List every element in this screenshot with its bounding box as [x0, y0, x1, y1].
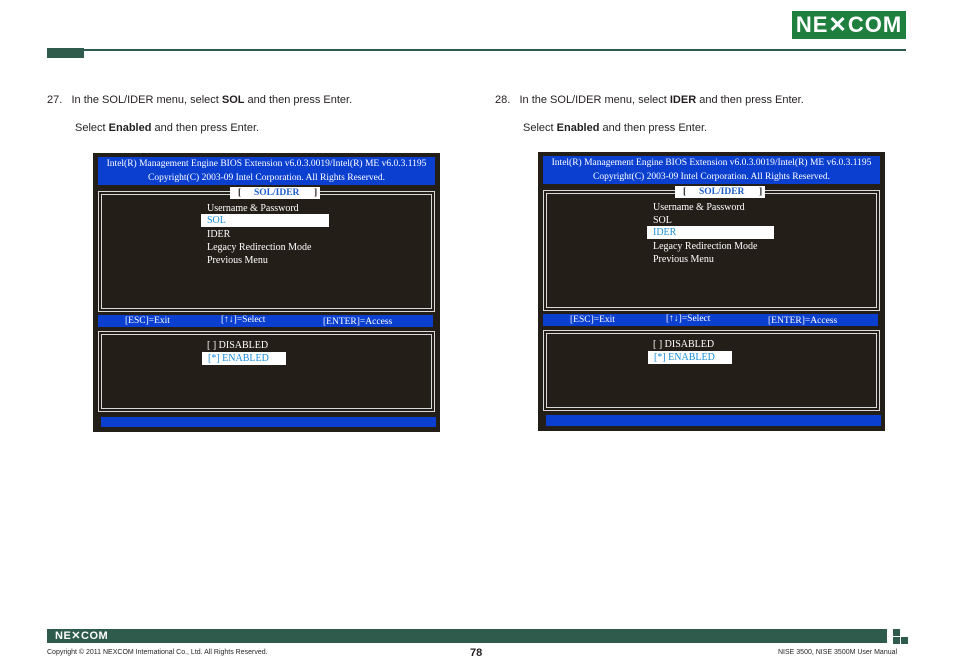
menu-item-ider[interactable]: IDER [647, 226, 774, 239]
step-bold: Enabled [108, 122, 152, 134]
option-disabled[interactable]: [ ] DISABLED [207, 339, 268, 352]
menu-item-previous-menu[interactable]: Previous Menu [653, 253, 714, 266]
bios-bottom-bar [546, 415, 881, 426]
bios-key-bar: [ESC]=Exit [↑↓]=Select [ENTER]=Access [543, 314, 878, 326]
step-text: and then press Enter. [151, 122, 260, 134]
header-accent-tab [47, 48, 84, 58]
footer-bar: NE✕COM [47, 629, 887, 643]
option-disabled[interactable]: [ ] DISABLED [653, 338, 714, 351]
bios-key-bar: [ESC]=Exit [↑↓]=Select [ENTER]=Access [98, 315, 433, 327]
footer-square-icon [893, 637, 900, 644]
footer-copyright: Copyright © 2011 NEXCOM International Co… [47, 649, 268, 656]
step-text: and then press Enter. [244, 94, 353, 106]
option-enabled[interactable]: [*] ENABLED [202, 352, 286, 365]
bios-title-line1: Intel(R) Management Engine BIOS Extensio… [106, 159, 427, 169]
step-text: Select [523, 122, 557, 134]
key-select: [↑↓]=Select [221, 315, 266, 325]
step-text: and then press Enter. [696, 94, 804, 106]
step-text: In the SOL/IDER menu, select [519, 94, 670, 106]
step-27-line1: 27. In the SOL/IDER menu, select SOL and… [47, 93, 352, 107]
key-select: [↑↓]=Select [666, 314, 711, 324]
menu-item-legacy-redirection[interactable]: Legacy Redirection Mode [207, 241, 311, 254]
bios-title-line1: Intel(R) Management Engine BIOS Extensio… [551, 158, 872, 168]
footer-manual-title: NISE 3500, NISE 3500M User Manual [778, 649, 898, 656]
bracket-close: ] [759, 187, 763, 197]
option-enabled[interactable]: [*] ENABLED [648, 351, 732, 364]
logo-text: NE✕COM [795, 12, 903, 37]
bracket-open: [ [683, 187, 687, 197]
bios-title-bar: Intel(R) Management Engine BIOS Extensio… [98, 157, 435, 185]
step-bold: Enabled [556, 122, 600, 134]
footer-logo: NE✕COM [55, 630, 109, 642]
key-esc: [ESC]=Exit [570, 315, 615, 325]
bracket-open: [ [238, 188, 242, 198]
menu-title: SOL/IDER [699, 187, 745, 197]
step-number: 27. [47, 94, 63, 106]
key-enter: [ENTER]=Access [768, 316, 838, 326]
menu-item-previous-menu[interactable]: Previous Menu [207, 254, 268, 267]
bios-screenshot-ider: Intel(R) Management Engine BIOS Extensio… [538, 152, 885, 431]
bios-screenshot-sol: Intel(R) Management Engine BIOS Extensio… [93, 153, 440, 432]
step-text: and then press Enter. [599, 122, 708, 134]
step-bold: SOL [221, 94, 245, 106]
nexcom-logo: NE✕COM [792, 11, 906, 39]
step-28-line2: Select Enabled and then press Enter. [523, 121, 707, 135]
step-bold: IDER [669, 94, 697, 106]
key-esc: [ESC]=Exit [125, 316, 170, 326]
menu-item-username-password[interactable]: Username & Password [653, 201, 745, 214]
bios-title-bar: Intel(R) Management Engine BIOS Extensio… [543, 156, 880, 184]
bios-title-line2: Copyright(C) 2003-09 Intel Corporation. … [148, 173, 385, 183]
bios-menu-header: [ SOL/IDER ] [675, 186, 765, 198]
footer-square-icon [901, 637, 908, 644]
bios-title-line2: Copyright(C) 2003-09 Intel Corporation. … [593, 172, 830, 182]
menu-title: SOL/IDER [254, 188, 300, 198]
header-rule [84, 49, 906, 51]
key-enter: [ENTER]=Access [323, 317, 393, 327]
page-number: 78 [470, 647, 483, 659]
step-number: 28. [495, 94, 511, 106]
step-28-line1: 28. In the SOL/IDER menu, select IDER an… [495, 93, 804, 107]
step-text: In the SOL/IDER menu, select [71, 94, 222, 106]
bios-menu-header: [ SOL/IDER ] [230, 187, 320, 199]
menu-item-sol[interactable]: SOL [201, 214, 329, 227]
step-text: Select [75, 122, 109, 134]
menu-item-legacy-redirection[interactable]: Legacy Redirection Mode [653, 240, 757, 253]
footer-square-icon [893, 629, 900, 636]
menu-item-ider[interactable]: IDER [207, 228, 230, 241]
bracket-close: ] [314, 188, 318, 198]
step-27-line2: Select Enabled and then press Enter. [75, 121, 259, 135]
bios-bottom-bar [101, 417, 436, 427]
